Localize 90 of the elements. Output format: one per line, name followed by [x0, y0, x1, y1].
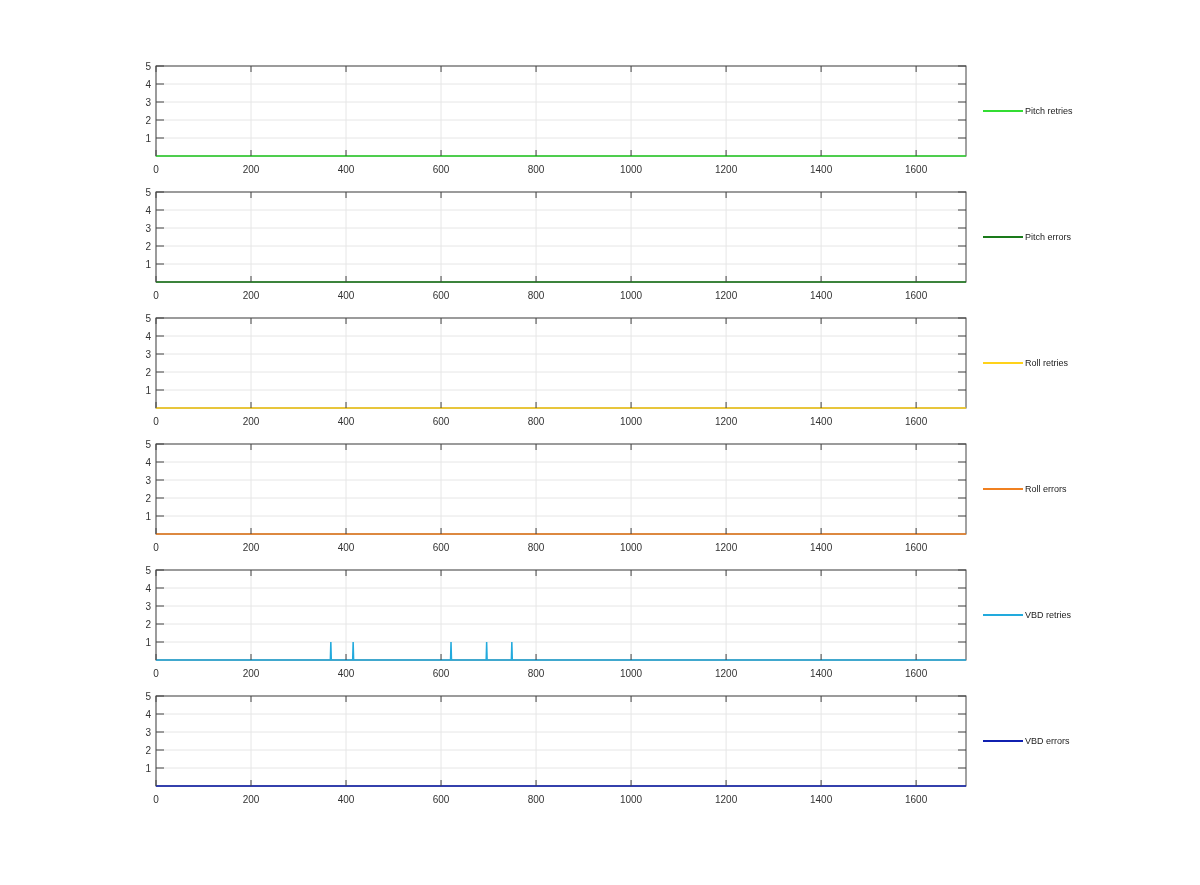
- x-tick-label: 200: [242, 290, 260, 301]
- x-tick-label: 1200: [714, 668, 738, 679]
- y-tick-label: 2: [145, 619, 151, 630]
- x-tick-label: 1600: [905, 290, 928, 301]
- legend-label: Pitch errors: [1025, 232, 1071, 242]
- x-tick-label: 1400: [810, 668, 833, 679]
- y-tick-label: 1: [145, 133, 151, 144]
- y-tick-label: 2: [145, 745, 151, 756]
- x-tick-label: 1400: [810, 542, 833, 553]
- x-tick-label: 0: [153, 290, 159, 301]
- y-tick-label: 1: [145, 511, 151, 522]
- x-tick-label: 1600: [905, 164, 928, 175]
- x-tick-label: 400: [337, 542, 355, 553]
- y-tick-label: 5: [145, 187, 151, 198]
- x-tick-label: 800: [527, 794, 545, 805]
- x-tick-label: 1000: [619, 416, 643, 427]
- y-tick-label: 4: [145, 79, 151, 90]
- y-tick-label: 1: [145, 763, 151, 774]
- x-tick-label: 1400: [810, 290, 833, 301]
- y-tick-label: 5: [145, 565, 151, 576]
- y-tick-label: 2: [145, 241, 151, 252]
- x-tick-label: 1200: [714, 794, 738, 805]
- x-tick-label: 400: [337, 290, 355, 301]
- x-tick-label: 800: [527, 164, 545, 175]
- x-tick-label: 0: [153, 794, 159, 805]
- x-tick-label: 800: [527, 668, 545, 679]
- y-tick-label: 4: [145, 331, 151, 342]
- x-tick-label: 200: [242, 794, 260, 805]
- x-tick-label: 800: [527, 416, 545, 427]
- x-tick-label: 1000: [619, 290, 643, 301]
- x-tick-label: 200: [242, 542, 260, 553]
- x-tick-label: 400: [337, 416, 355, 427]
- x-tick-label: 800: [527, 542, 545, 553]
- x-tick-label: 1200: [714, 416, 738, 427]
- legend-label: VBD errors: [1025, 736, 1070, 746]
- x-tick-label: 1400: [810, 164, 833, 175]
- y-tick-label: 5: [145, 691, 151, 702]
- x-tick-label: 1000: [619, 542, 643, 553]
- x-tick-label: 600: [432, 416, 450, 427]
- y-tick-label: 5: [145, 439, 151, 450]
- x-tick-label: 800: [527, 290, 545, 301]
- x-tick-label: 400: [337, 164, 355, 175]
- x-tick-label: 200: [242, 668, 260, 679]
- y-tick-label: 4: [145, 583, 151, 594]
- x-tick-label: 0: [153, 542, 159, 553]
- y-tick-label: 2: [145, 493, 151, 504]
- x-tick-label: 0: [153, 416, 159, 427]
- x-tick-label: 400: [337, 794, 355, 805]
- x-tick-label: 1000: [619, 794, 643, 805]
- x-tick-label: 1600: [905, 668, 928, 679]
- legend-label: Pitch retries: [1025, 106, 1073, 116]
- x-tick-label: 1600: [905, 542, 928, 553]
- legend-label: Roll retries: [1025, 358, 1068, 368]
- x-tick-label: 1600: [905, 794, 928, 805]
- x-tick-label: 1000: [619, 668, 643, 679]
- x-tick-label: 1200: [714, 164, 738, 175]
- y-tick-label: 5: [145, 61, 151, 72]
- x-tick-label: 200: [242, 416, 260, 427]
- x-tick-label: 600: [432, 794, 450, 805]
- y-tick-label: 4: [145, 709, 151, 720]
- x-tick-label: 400: [337, 668, 355, 679]
- y-tick-label: 3: [145, 97, 151, 108]
- x-tick-label: 600: [432, 542, 450, 553]
- y-tick-label: 3: [145, 727, 151, 738]
- y-tick-label: 4: [145, 205, 151, 216]
- y-tick-label: 3: [145, 601, 151, 612]
- x-tick-label: 600: [432, 668, 450, 679]
- y-tick-label: 2: [145, 367, 151, 378]
- x-tick-label: 1600: [905, 416, 928, 427]
- x-tick-label: 200: [242, 164, 260, 175]
- y-tick-label: 2: [145, 115, 151, 126]
- legend-label: Roll errors: [1025, 484, 1067, 494]
- legend-label: VBD retries: [1025, 610, 1071, 620]
- y-tick-label: 4: [145, 457, 151, 468]
- y-tick-label: 3: [145, 223, 151, 234]
- x-tick-label: 0: [153, 668, 159, 679]
- x-tick-label: 1200: [714, 542, 738, 553]
- y-tick-label: 3: [145, 349, 151, 360]
- x-tick-label: 1400: [810, 794, 833, 805]
- x-tick-label: 1200: [714, 290, 738, 301]
- y-tick-label: 1: [145, 259, 151, 270]
- y-tick-label: 5: [145, 313, 151, 324]
- y-tick-label: 1: [145, 637, 151, 648]
- x-tick-label: 1400: [810, 416, 833, 427]
- x-tick-label: 1000: [619, 164, 643, 175]
- y-tick-label: 3: [145, 475, 151, 486]
- x-tick-label: 0: [153, 164, 159, 175]
- y-tick-label: 1: [145, 385, 151, 396]
- x-tick-label: 600: [432, 164, 450, 175]
- x-tick-label: 600: [432, 290, 450, 301]
